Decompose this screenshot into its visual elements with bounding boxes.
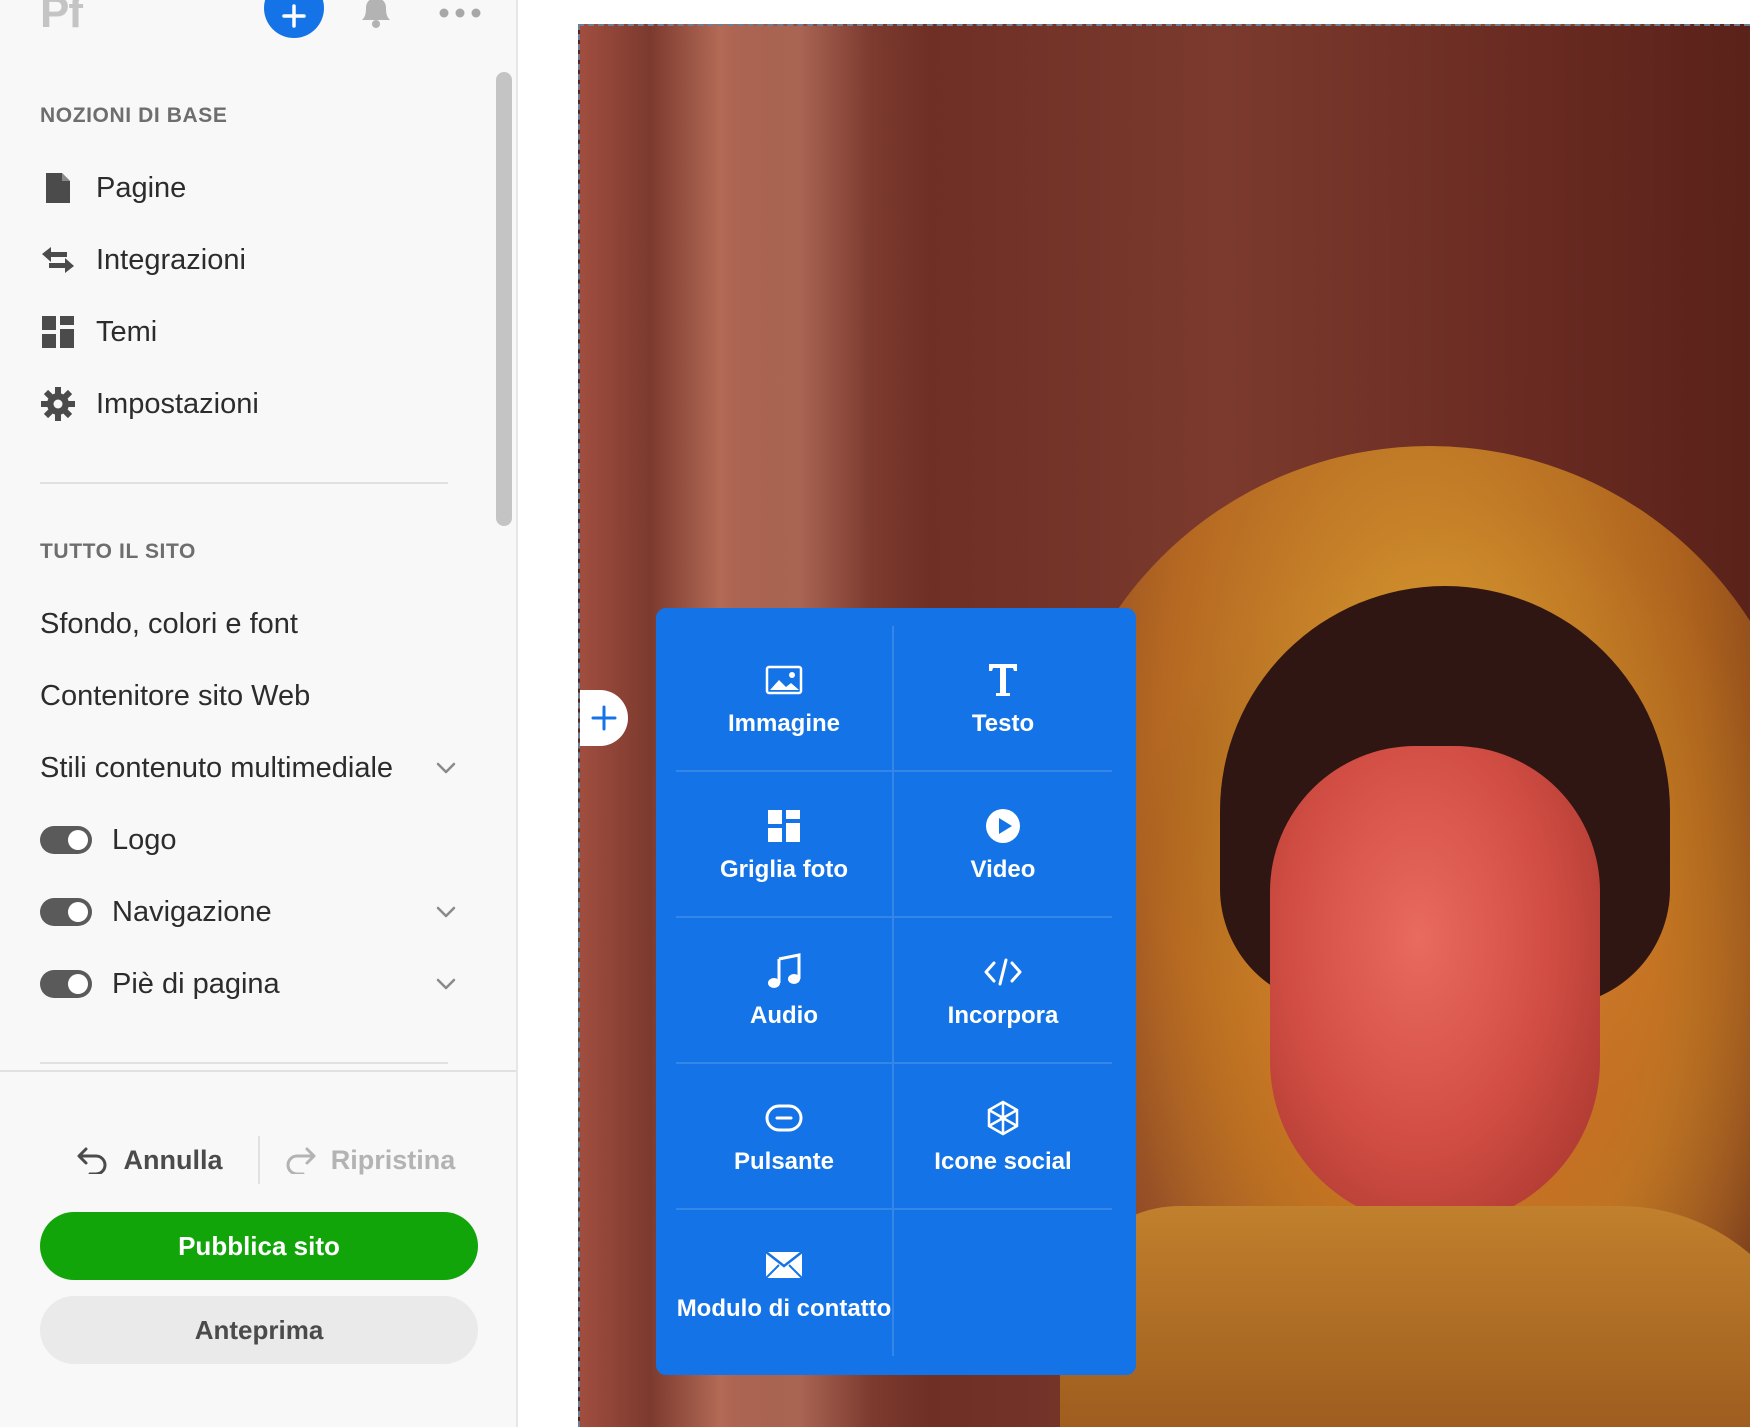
insert-embed-button[interactable]: Incorpora xyxy=(894,918,1112,1064)
empty-menu-cell xyxy=(894,1210,1112,1356)
sidebar-scroll-area[interactable]: NOZIONI DI BASE Pagine Integrazioni Temi xyxy=(0,68,490,1068)
video-icon xyxy=(984,804,1022,848)
logo-toggle-switch[interactable] xyxy=(40,826,92,854)
sidebar-item-label: Contenitore sito Web xyxy=(40,679,311,712)
sidebar: Pf NOZIONI DI BASE Pagine Integrazioni T… xyxy=(0,0,518,1427)
menu-item-label: Griglia foto xyxy=(720,856,848,883)
sidebar-item-themes[interactable]: Temi xyxy=(40,306,460,358)
site-heading: TUTTO IL SITO xyxy=(40,540,196,563)
sidebar-divider xyxy=(40,1062,448,1064)
sidebar-toggle-logo[interactable]: Logo xyxy=(40,814,460,866)
social-icon xyxy=(984,1096,1022,1140)
menu-item-label: Modulo di contatto xyxy=(676,1295,892,1322)
menu-item-label: Immagine xyxy=(727,710,841,737)
envelope-icon xyxy=(764,1243,804,1287)
undo-label: Annulla xyxy=(123,1144,223,1175)
page-icon xyxy=(40,170,76,206)
menu-item-label: Icone social xyxy=(934,1148,1072,1175)
photo-detail xyxy=(1060,1206,1750,1427)
insert-audio-button[interactable]: Audio xyxy=(676,918,894,1064)
sidebar-footer: Annulla Ripristina Pubblica sito Antepri… xyxy=(0,1070,516,1427)
redo-icon xyxy=(286,1147,316,1174)
footer-toggle-switch[interactable] xyxy=(40,970,92,998)
sidebar-item-label: Impostazioni xyxy=(96,387,259,420)
history-controls: Annulla Ripristina xyxy=(40,1132,478,1188)
sidebar-item-settings[interactable]: Impostazioni xyxy=(40,378,460,430)
menu-item-label: Testo xyxy=(971,710,1035,737)
chevron-down-icon[interactable] xyxy=(432,970,460,998)
menu-item-label: Pulsante xyxy=(733,1148,835,1175)
sidebar-toggle-navigation[interactable]: Navigazione xyxy=(40,886,460,938)
photo-grid-icon xyxy=(767,804,801,848)
sidebar-item-website-container[interactable]: Contenitore sito Web xyxy=(40,670,460,722)
more-button[interactable] xyxy=(438,6,482,24)
sidebar-item-label: Pagine xyxy=(96,171,187,204)
sidebar-item-label: Integrazioni xyxy=(96,243,246,276)
text-icon xyxy=(986,658,1020,702)
app-logo: Pf xyxy=(40,0,83,37)
sidebar-item-label: Stili contenuto multimediale xyxy=(40,751,394,784)
chevron-down-icon[interactable] xyxy=(432,754,460,782)
gear-icon xyxy=(40,386,76,422)
basics-heading: NOZIONI DI BASE xyxy=(40,104,228,127)
sidebar-toggle-footer[interactable]: Piè di pagina xyxy=(40,958,460,1010)
sidebar-divider xyxy=(40,482,448,484)
photo-detail xyxy=(1270,746,1600,1226)
toggle-label: Navigazione xyxy=(112,895,272,928)
button-icon xyxy=(765,1096,803,1140)
music-note-icon xyxy=(767,950,801,994)
undo-button[interactable]: Annulla xyxy=(40,1145,258,1176)
preview-button[interactable]: Anteprima xyxy=(40,1296,478,1364)
undo-icon xyxy=(77,1147,106,1174)
insert-contact-form-button[interactable]: Modulo di contatto xyxy=(676,1210,894,1356)
sidebar-item-label: Temi xyxy=(96,315,158,348)
toggle-label: Logo xyxy=(112,823,177,856)
sidebar-item-pages[interactable]: Pagine xyxy=(40,162,460,214)
menu-item-label: Incorpora xyxy=(947,1002,1059,1029)
insert-block-menu: Immagine Testo Griglia foto Video Audio … xyxy=(656,608,1136,1375)
code-icon xyxy=(983,950,1023,994)
toggle-label: Piè di pagina xyxy=(112,967,280,1000)
menu-item-label: Audio xyxy=(750,1002,818,1029)
topbar: Pf xyxy=(0,0,518,50)
insert-social-icons-button[interactable]: Icone social xyxy=(894,1064,1112,1210)
more-icon xyxy=(439,8,481,18)
add-button[interactable] xyxy=(264,0,324,38)
plus-icon xyxy=(282,4,306,28)
navigation-toggle-switch[interactable] xyxy=(40,898,92,926)
insert-text-button[interactable]: Testo xyxy=(894,626,1112,772)
redo-button[interactable]: Ripristina xyxy=(260,1145,478,1176)
integrations-icon xyxy=(40,242,76,278)
bell-icon xyxy=(362,0,390,28)
editor-canvas[interactable]: Immagine Testo Griglia foto Video Audio … xyxy=(518,0,1750,1427)
themes-icon xyxy=(40,314,76,350)
publish-site-button[interactable]: Pubblica sito xyxy=(40,1212,478,1280)
plus-icon xyxy=(591,705,617,731)
sidebar-item-media-styles[interactable]: Stili contenuto multimediale xyxy=(40,742,460,794)
insert-video-button[interactable]: Video xyxy=(894,772,1112,918)
sidebar-item-background-colors-fonts[interactable]: Sfondo, colori e font xyxy=(40,598,460,650)
insert-photo-grid-button[interactable]: Griglia foto xyxy=(676,772,894,918)
notifications-button[interactable] xyxy=(356,0,396,41)
insert-image-button[interactable]: Immagine xyxy=(676,626,894,772)
insert-button-button[interactable]: Pulsante xyxy=(676,1064,894,1210)
menu-item-label: Video xyxy=(970,856,1036,883)
app-window: Pf NOZIONI DI BASE Pagine Integrazioni T… xyxy=(0,0,1750,1427)
sidebar-item-label: Sfondo, colori e font xyxy=(40,607,298,640)
sidebar-item-integrations[interactable]: Integrazioni xyxy=(40,234,460,286)
chevron-down-icon[interactable] xyxy=(432,898,460,926)
redo-label: Ripristina xyxy=(330,1144,456,1175)
image-icon xyxy=(765,658,803,702)
sidebar-scrollbar[interactable] xyxy=(496,72,512,526)
insert-menu-grid: Immagine Testo Griglia foto Video Audio … xyxy=(676,626,1116,1356)
